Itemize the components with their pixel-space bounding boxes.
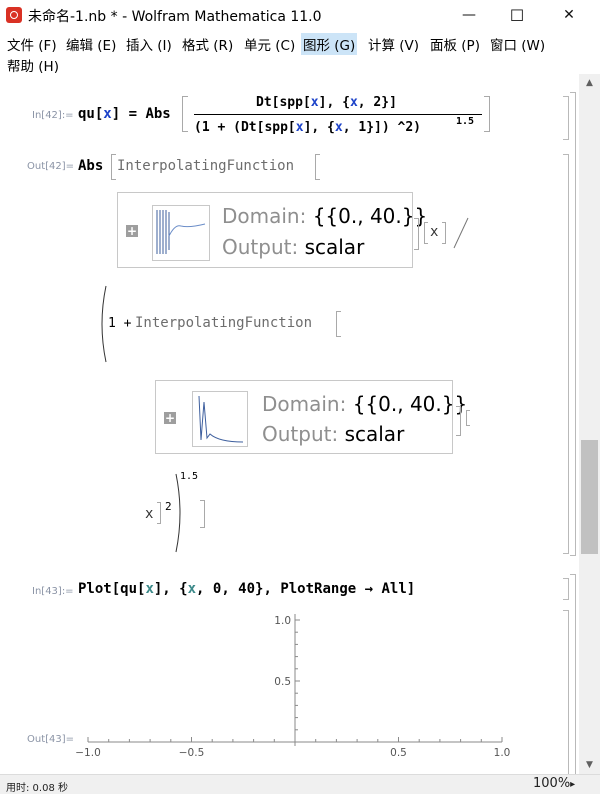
interpolating-function-summary-box-2[interactable]: + Domain: {{0., 40.}} Output: scalar — [155, 380, 467, 454]
menu-cell[interactable]: 单元 (C) — [242, 33, 297, 55]
cell-bracket-out42[interactable] — [563, 154, 569, 554]
interpolating-function-2: InterpolatingFunction — [135, 315, 313, 331]
window-title: 未命名-1.nb * - Wolfram Mathematica 11.0 — [28, 9, 322, 25]
out-abs: Abs — [78, 158, 104, 174]
mathematica-app-icon — [6, 7, 22, 23]
menu-insert[interactable]: 插入 (I) — [124, 33, 174, 55]
if-sum-bracket-close — [200, 500, 205, 528]
x-tick-label: −0.5 — [179, 747, 205, 759]
arg2-bracket-open — [466, 410, 470, 426]
maximize-button[interactable]: ☐ — [494, 0, 540, 30]
y-tick-label: 0.5 — [274, 676, 291, 688]
code-var: x — [103, 106, 112, 122]
menu-bar: 文件 (F) 编辑 (E) 插入 (I) 格式 (R) 单元 (C) 图形 (G… — [0, 30, 600, 76]
input-cell-42-lhs[interactable]: qu[x] = Abs — [78, 106, 171, 122]
vertical-scrollbar[interactable]: ▲ ▼ — [579, 74, 600, 774]
timing-status: 用时: 0.08 秒 — [6, 783, 68, 794]
menu-edit[interactable]: 编辑 (E) — [64, 33, 118, 55]
scroll-thumb[interactable] — [581, 440, 598, 554]
minimize-button[interactable]: — — [446, 0, 492, 30]
arg2-bracket-close — [157, 502, 161, 524]
menu-palettes[interactable]: 面板 (P) — [428, 33, 482, 55]
arg-bracket-close — [442, 222, 446, 244]
mini-plot-thumbnail-2 — [192, 391, 248, 447]
arg2-x: x — [145, 506, 154, 522]
mini-plot-curve — [156, 210, 206, 254]
arg-x: x — [430, 224, 439, 240]
if1-bracket-close — [414, 218, 419, 250]
x-tick-label: −1.0 — [75, 747, 101, 759]
code-qu: qu[ — [78, 106, 104, 122]
input-label-42: In[42]:= — [32, 110, 74, 121]
cell-bracket-in42[interactable] — [563, 96, 569, 140]
menu-help[interactable]: 帮助 (H) — [5, 54, 61, 76]
mini-plot-thumbnail-1 — [152, 205, 210, 261]
mini-plot-curve — [198, 395, 244, 443]
menu-window[interactable]: 窗口 (W) — [488, 33, 547, 55]
cell-group-bracket-43[interactable] — [570, 574, 576, 774]
denominator-exponent: 1.5 — [456, 116, 475, 127]
close-button[interactable]: ✕ — [546, 0, 592, 30]
division-slash — [453, 217, 469, 249]
interpolating-function-summary-box-1[interactable]: + Domain: {{0., 40.}} Output: scalar — [117, 192, 427, 268]
output-line-1: Output: scalar — [222, 235, 365, 259]
zoom-arrow-icon[interactable]: ▸ — [570, 779, 575, 790]
y-tick-label: 1.0 — [274, 615, 291, 627]
arg-bracket-open — [424, 222, 428, 244]
one-plus: 1 + — [108, 316, 132, 331]
cell-bracket-in43[interactable] — [563, 578, 569, 600]
out-bracket-open — [111, 154, 116, 180]
scroll-down-arrow-icon[interactable]: ▼ — [579, 756, 600, 774]
interpolating-function-1: InterpolatingFunction — [117, 158, 295, 174]
output-label-42: Out[42]= — [27, 161, 75, 172]
input-cell-43[interactable]: Plot[qu[x], {x, 0, 40}, PlotRange → All] — [78, 581, 415, 597]
title-bar: 未命名-1.nb * - Wolfram Mathematica 11.0 — … — [0, 0, 600, 30]
notebook-area[interactable]: In[42]:= qu[x] = Abs Dt[spp[x], {x, 2}] … — [0, 74, 579, 774]
paren-close — [175, 473, 181, 553]
zoom-value: 100% — [533, 776, 571, 791]
expand-icon[interactable]: + — [126, 225, 138, 237]
expand-icon[interactable]: + — [164, 412, 176, 424]
fraction-bar — [194, 114, 482, 115]
scroll-up-arrow-icon[interactable]: ▲ — [579, 74, 600, 92]
zoom-control[interactable]: 100%▸ — [533, 776, 575, 791]
if2-bracket-open — [336, 311, 341, 337]
cell-group-bracket-42[interactable] — [570, 92, 576, 556]
output-label-43: Out[43]= — [27, 734, 75, 745]
if1-bracket-open — [315, 154, 320, 180]
power-exponent: 1.5 — [180, 471, 199, 482]
if2-bracket-close — [456, 406, 461, 436]
cell-bracket-out43[interactable] — [563, 610, 569, 774]
fraction-numerator: Dt[spp[x], {x, 2}] — [256, 95, 397, 110]
output-line-2: Output: scalar — [262, 422, 405, 446]
plot-frame[interactable]: −1.0 −0.5 0.5 1.0 0.5 1.0 — [70, 602, 520, 774]
domain-line-1: Domain: {{0., 40.}} — [222, 204, 428, 228]
fraction-denominator: (1 + (Dt[spp[x], {x, 1}]) ^2) — [194, 120, 421, 135]
paren-open — [101, 285, 107, 363]
input-label-43: In[43]:= — [32, 586, 74, 597]
menu-file[interactable]: 文件 (F) — [5, 33, 59, 55]
domain-line-2: Domain: {{0., 40.}} — [262, 392, 468, 416]
x-tick-label: 1.0 — [494, 747, 511, 759]
abs-bracket-right — [484, 96, 490, 132]
status-bar: 用时: 0.08 秒 100%▸ — [0, 774, 600, 794]
menu-evaluation[interactable]: 计算 (V) — [366, 33, 421, 55]
menu-graphics[interactable]: 图形 (G) — [301, 33, 358, 55]
menu-format[interactable]: 格式 (R) — [180, 33, 235, 55]
square-exponent: 2 — [165, 500, 172, 513]
abs-bracket-left — [182, 96, 188, 132]
code-abs: ] = Abs — [111, 106, 171, 122]
x-tick-label: 0.5 — [390, 747, 407, 759]
